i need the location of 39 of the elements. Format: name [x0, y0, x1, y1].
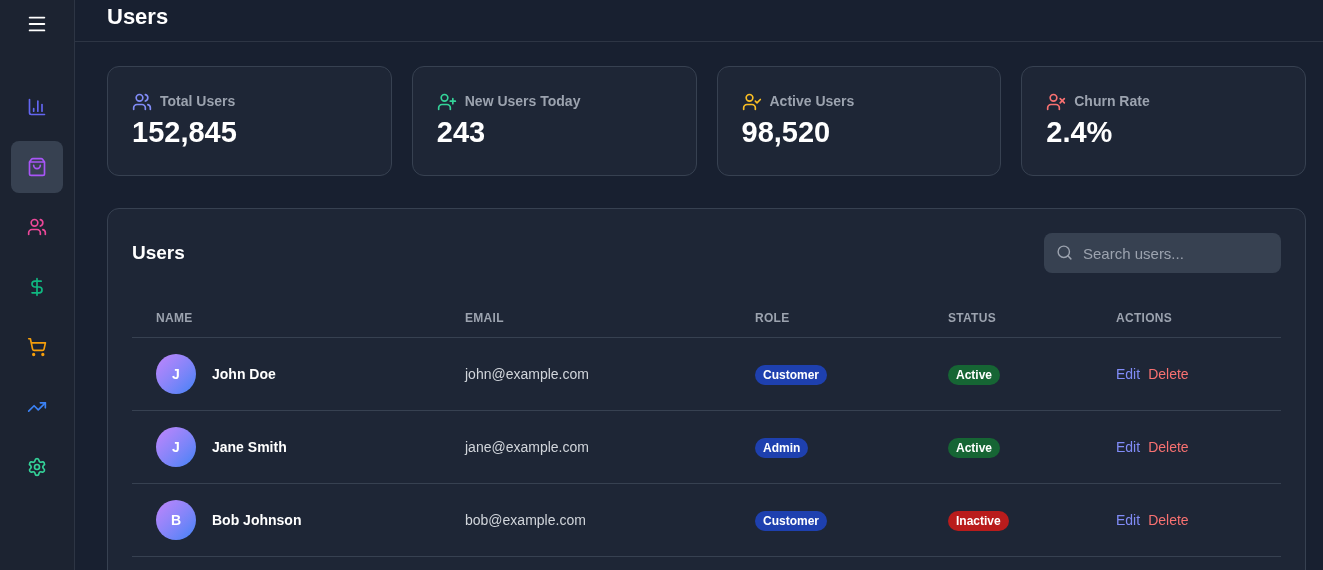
- page-title: Users: [107, 3, 169, 31]
- stat-label: Total Users: [160, 92, 236, 112]
- user-name: Jane Smith: [212, 437, 287, 457]
- stat-value: 243: [436, 115, 487, 151]
- edit-link[interactable]: Edit: [1116, 509, 1141, 531]
- stat-value: 152,845: [132, 115, 238, 151]
- user-email: bob@example.com: [465, 512, 586, 528]
- search-field[interactable]: Search users...: [1044, 233, 1281, 273]
- user-email: jane@example.com: [465, 439, 589, 455]
- column-header: STATUS: [948, 311, 997, 325]
- sidebar-item[interactable]: [11, 141, 63, 193]
- role-badge: Customer: [755, 511, 827, 531]
- edit-link[interactable]: Edit: [1116, 436, 1141, 458]
- table-title: Users: [132, 240, 185, 265]
- delete-link[interactable]: Delete: [1148, 509, 1189, 531]
- stat-value: 2.4%: [1046, 115, 1114, 151]
- stat-label: Active Users: [769, 92, 855, 112]
- stat-label: Churn Rate: [1074, 92, 1150, 112]
- status-badge: Inactive: [948, 511, 1009, 531]
- search-icon: [1056, 244, 1073, 261]
- avatar: J: [156, 354, 196, 394]
- stat-label: New Users Today: [464, 92, 581, 112]
- avatar: J: [156, 427, 196, 467]
- stat-value: 98,520: [741, 115, 832, 151]
- delete-link[interactable]: Delete: [1148, 363, 1189, 385]
- edit-link[interactable]: Edit: [1116, 363, 1141, 385]
- column-header: NAME: [156, 311, 193, 325]
- column-header: ROLE: [755, 311, 790, 325]
- avatar: B: [156, 500, 196, 540]
- status-badge: Active: [948, 365, 1001, 385]
- role-badge: Customer: [755, 365, 827, 385]
- user-email: john@example.com: [465, 366, 589, 382]
- user-name: Bob Johnson: [212, 510, 302, 530]
- role-badge: Admin: [755, 438, 809, 458]
- user-name: John Doe: [212, 364, 276, 384]
- delete-link[interactable]: Delete: [1148, 436, 1189, 458]
- status-badge: Active: [948, 438, 1001, 458]
- column-header: EMAIL: [465, 311, 504, 325]
- column-header: ACTIONS: [1116, 311, 1173, 325]
